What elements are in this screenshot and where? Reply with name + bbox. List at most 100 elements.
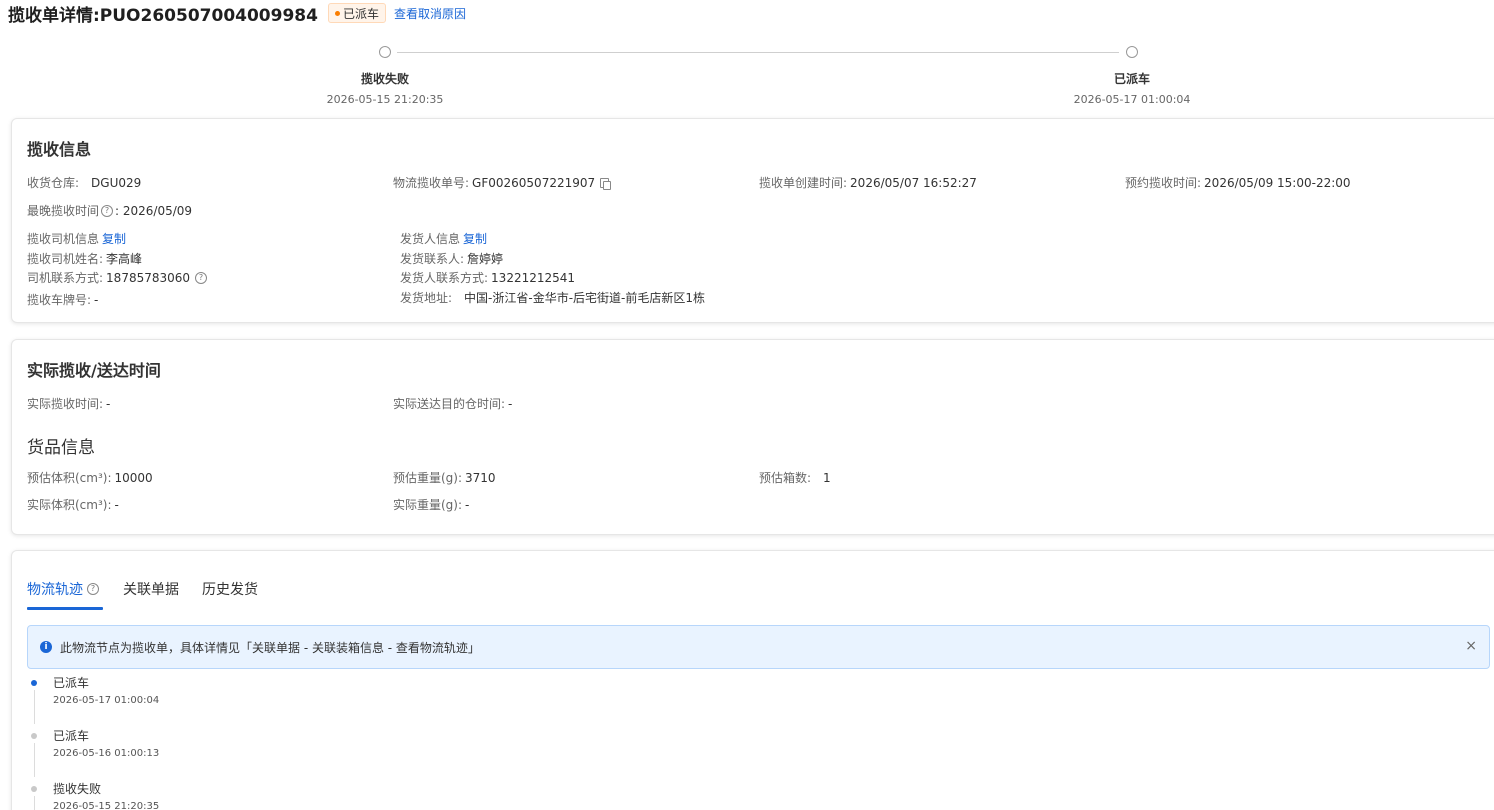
field-warehouse: 收货仓库: DGU029 — [27, 174, 141, 191]
status-badge: 已派车 — [327, 3, 386, 23]
info-circle-icon: i — [40, 641, 52, 653]
field-value: - — [94, 292, 99, 307]
step-time: 2026-05-15 21:20:35 — [326, 93, 444, 106]
pickup-order-detail-page: 揽收单详情:PUO260507004009984 已派车 查看取消原因 揽收失败… — [0, 0, 1494, 810]
view-cancel-reason-link[interactable]: 查看取消原因 — [394, 5, 466, 22]
info-notice: i 此物流节点为揽收单，具体详情见「关联单据 - 关联装箱信息 - 查看物流轨迹… — [27, 625, 1490, 669]
field-act-volume: 实际体积(cm³): - — [27, 496, 119, 513]
help-icon[interactable]: ? — [195, 271, 208, 284]
field-tracking-number: 物流揽收单号: GF00260507221907 — [393, 174, 612, 191]
tab-shipping-history[interactable]: 历史发货 — [202, 579, 258, 599]
field-value: 中国-浙江省-金华市-后宅街道-前毛店新区1栋 — [464, 291, 706, 305]
timeline-title: 已派车 — [53, 676, 90, 690]
step-label: 已派车 — [1113, 72, 1150, 86]
step-circle-icon — [1126, 46, 1138, 58]
field-label: 发货联系人: — [400, 252, 465, 266]
goods-info-title: 货品信息 — [27, 438, 95, 458]
copy-shipper-button[interactable]: 复制 — [463, 230, 487, 247]
timeline-connector — [34, 796, 35, 810]
field-label: 发货人联系方式: — [400, 271, 489, 285]
field-value: DGU029 — [91, 175, 142, 190]
timeline-time: 2026-05-16 01:00:13 — [53, 748, 160, 759]
step-1: 揽收失败 2026-05-15 21:20:35 — [305, 40, 465, 106]
field-label: 实际送达目的仓时间: — [393, 397, 506, 411]
help-icon[interactable]: ? — [101, 204, 114, 217]
field-driver-name: 揽收司机姓名: 李高峰 — [27, 250, 142, 267]
field-value: GF00260507221907 — [472, 175, 596, 190]
field-label: 揽收单创建时间: — [759, 176, 848, 190]
field-value: - — [465, 497, 470, 512]
field-reserved-time: 预约揽收时间: 2026/05/09 15:00-22:00 — [1125, 174, 1351, 191]
field-actual-arrival: 实际送达目的仓时间: - — [393, 395, 512, 412]
field-value: 18785783060 — [106, 270, 191, 285]
field-value: 1 — [823, 470, 831, 485]
status-dot-icon — [334, 10, 340, 16]
timeline-connector — [34, 690, 35, 724]
copy-icon[interactable] — [600, 177, 612, 190]
field-est-boxes: 预估箱数: 1 — [759, 469, 831, 486]
actual-time-title: 实际揽收/送达时间 — [27, 361, 161, 380]
field-label: 实际重量(g): — [393, 498, 463, 512]
field-shipper-address: 发货地址: 中国-浙江省-金华市-后宅街道-前毛店新区1栋 — [400, 289, 705, 306]
field-created-time: 揽收单创建时间: 2026/05/07 16:52:27 — [759, 174, 977, 191]
notice-text: 此物流节点为揽收单，具体详情见「关联单据 - 关联装箱信息 - 查看物流轨迹」 — [60, 640, 480, 655]
field-latest-pickup: 最晚揽收时间 ? : 2026/05/09 — [27, 202, 192, 219]
timeline-dot-icon — [31, 786, 37, 792]
timeline-time: 2026-05-15 21:20:35 — [53, 801, 160, 810]
step-circle-icon — [379, 46, 391, 58]
step-2: 已派车 2026-05-17 01:00:04 — [1052, 40, 1212, 106]
field-plate-number: 揽收车牌号: - — [27, 291, 98, 308]
field-est-volume: 预估体积(cm³): 10000 — [27, 469, 153, 486]
copy-driver-button[interactable]: 复制 — [102, 230, 126, 247]
driver-info-header: 揽收司机信息 复制 — [27, 230, 126, 247]
field-label: 实际体积(cm³): — [27, 498, 112, 512]
field-label: 揽收车牌号: — [27, 293, 92, 307]
timeline-dot-icon — [31, 733, 37, 739]
actual-time-goods-card: 实际揽收/送达时间 实际揽收时间: - 实际送达目的仓时间: - 货品信息 预估… — [11, 339, 1494, 535]
status-steps: 揽收失败 2026-05-15 21:20:35 已派车 2026-05-17 … — [0, 40, 1494, 110]
field-value: 10000 — [114, 470, 153, 485]
shipper-info-header: 发货人信息 复制 — [400, 230, 487, 247]
field-value: 2026/05/07 16:52:27 — [850, 175, 977, 190]
status-badge-label: 已派车 — [342, 6, 379, 21]
page-header: 揽收单详情:PUO260507004009984 已派车 查看取消原因 — [8, 2, 466, 26]
timeline-dot-icon — [31, 680, 37, 686]
field-label: 物流揽收单号: — [393, 176, 470, 190]
field-value: 詹婷婷 — [467, 252, 504, 266]
tab-label: 物流轨迹 — [27, 582, 83, 598]
field-label: 收货仓库: — [27, 176, 80, 190]
active-tab-indicator — [27, 607, 103, 610]
field-value: - — [106, 396, 111, 411]
field-label: 揽收司机信息 — [27, 232, 100, 246]
field-value: : 2026/05/09 — [115, 203, 193, 218]
field-shipper-contact: 发货联系人: 詹婷婷 — [400, 250, 503, 267]
timeline-time: 2026-05-17 01:00:04 — [53, 695, 160, 706]
tracking-card: 物流轨迹 ? 关联单据 历史发货 i 此物流节点为揽收单，具体详情见「关联单据 … — [11, 550, 1494, 810]
help-icon[interactable]: ? — [87, 583, 99, 595]
timeline-connector — [34, 743, 35, 777]
field-est-weight: 预估重量(g): 3710 — [393, 469, 496, 486]
field-label: 预估重量(g): — [393, 471, 463, 485]
field-label: 发货地址: — [400, 291, 453, 305]
close-icon[interactable]: × — [1465, 638, 1477, 654]
steps-connector — [397, 52, 1119, 53]
pickup-info-title: 揽收信息 — [27, 140, 92, 159]
field-value: 13221212541 — [491, 270, 576, 285]
step-time: 2026-05-17 01:00:04 — [1073, 93, 1191, 106]
tab-logistics-track[interactable]: 物流轨迹 ? — [27, 579, 101, 599]
field-shipper-phone: 发货人联系方式: 13221212541 — [400, 269, 575, 286]
field-label: 预估箱数: — [759, 471, 812, 485]
timeline-title: 揽收失败 — [53, 782, 102, 796]
field-value: - — [114, 497, 119, 512]
field-label: 实际揽收时间: — [27, 397, 104, 411]
field-value: 李高峰 — [106, 252, 143, 266]
field-value: 3710 — [465, 470, 496, 485]
timeline-title: 已派车 — [53, 729, 90, 743]
field-value: - — [508, 396, 513, 411]
field-act-weight: 实际重量(g): - — [393, 496, 469, 513]
field-actual-pickup: 实际揽收时间: - — [27, 395, 110, 412]
field-label: 最晚揽收时间 — [27, 204, 100, 218]
field-label: 发货人信息 — [400, 232, 461, 246]
tab-related-documents[interactable]: 关联单据 — [123, 579, 179, 599]
field-label: 司机联系方式: — [27, 271, 104, 285]
